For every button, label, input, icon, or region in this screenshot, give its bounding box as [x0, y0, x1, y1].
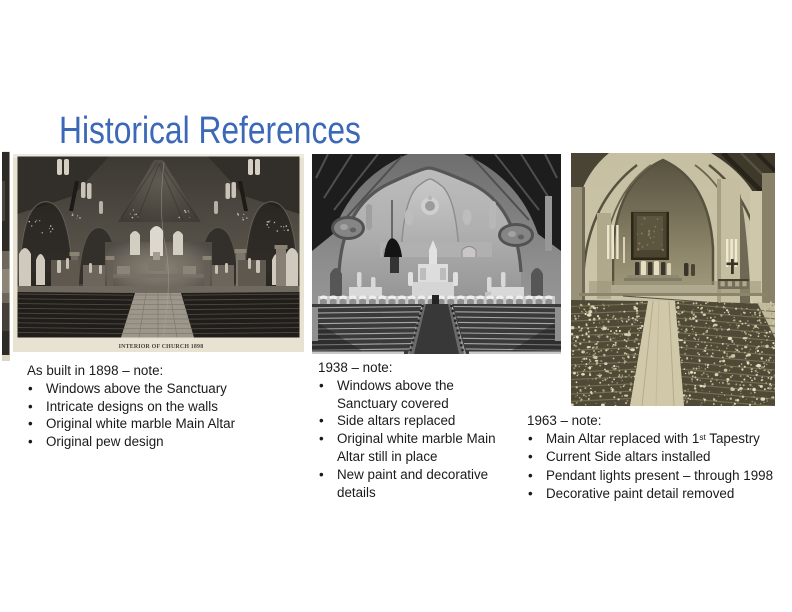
svg-text:INTERIOR OF CHURCH 1898: INTERIOR OF CHURCH 1898: [119, 344, 204, 350]
